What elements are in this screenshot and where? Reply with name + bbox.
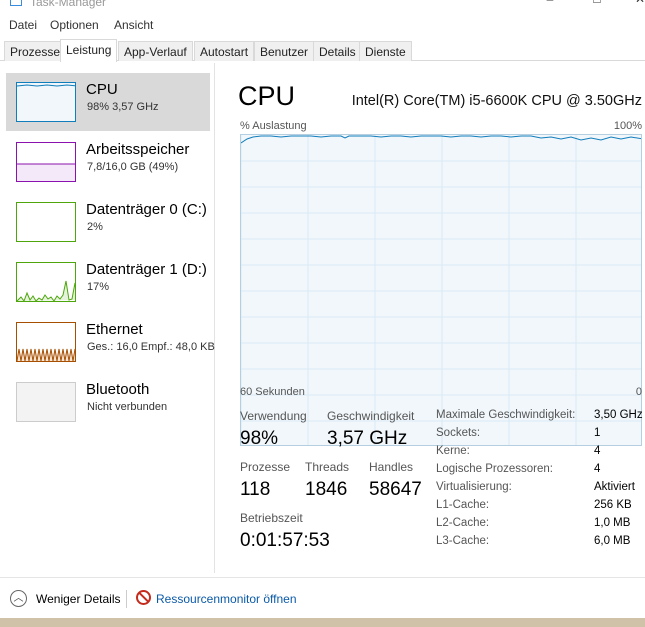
menu-bar: Datei Optionen Ansicht — [0, 15, 645, 35]
maximize-button[interactable]: □ — [577, 0, 617, 10]
chevron-up-icon[interactable]: ︿ — [10, 590, 27, 607]
graph-y-label: % Auslastung — [240, 120, 307, 132]
detail-value: 6,0 MB — [594, 535, 631, 547]
cpu-thumbnail-graph — [16, 82, 76, 122]
threads-value: 1846 — [305, 479, 348, 500]
speed-label: Geschwindigkeit — [327, 409, 415, 423]
footer-divider — [126, 590, 127, 608]
tab-benutzer[interactable]: Benutzer — [254, 41, 315, 61]
detail-value: Aktiviert — [594, 481, 635, 493]
window-title: Task-Manager — [30, 0, 107, 9]
sidebar-item-label: Datenträger 0 (C:) — [86, 201, 207, 218]
sidebar-item-label: Bluetooth — [86, 381, 150, 398]
resource-sidebar: CPU 98% 3,57 GHz Arbeitsspeicher 7,8/16,… — [0, 63, 215, 573]
uptime-value: 0:01:57:53 — [240, 530, 330, 551]
resource-monitor-link[interactable]: Ressourcenmonitor öffnen — [156, 592, 297, 606]
resource-monitor-icon[interactable] — [136, 590, 151, 605]
minimize-button[interactable]: – — [530, 0, 570, 10]
graph-y-max-label: 100% — [613, 120, 642, 132]
graph-x-label: 60 Sekunden — [240, 386, 305, 398]
tab-app-verlauf[interactable]: App-Verlauf — [118, 41, 193, 61]
threads-label: Threads — [305, 460, 350, 474]
detail-label: L2-Cache: — [436, 517, 490, 529]
task-manager-icon — [10, 0, 22, 6]
usage-value: 98% — [240, 428, 279, 449]
memory-thumbnail-graph — [16, 142, 76, 182]
processes-value: 118 — [240, 479, 271, 500]
sidebar-item-sub: Nicht verbunden — [87, 401, 168, 413]
tab-details[interactable]: Details — [313, 41, 362, 61]
sidebar-item-disk-d[interactable]: Datenträger 1 (D:) 17% — [6, 253, 210, 311]
detail-value: 3,50 GHz — [594, 409, 643, 421]
detail-label: Kerne: — [436, 445, 470, 457]
detail-value: 4 — [594, 463, 601, 475]
tab-leistung[interactable]: Leistung — [60, 39, 118, 62]
ethernet-thumbnail-graph — [16, 322, 76, 362]
detail-value: 4 — [594, 445, 601, 457]
tab-prozesse[interactable]: Prozesse — [4, 41, 67, 61]
sidebar-item-label: Ethernet — [86, 321, 143, 338]
sidebar-item-cpu[interactable]: CPU 98% 3,57 GHz — [6, 73, 210, 131]
task-manager-window: Task-Manager – □ ✕ Datei Optionen Ansich… — [0, 0, 645, 618]
sidebar-item-label: Datenträger 1 (D:) — [86, 261, 207, 278]
uptime-label: Betriebszeit — [240, 511, 303, 525]
footer-bar: ︿ Weniger Details Ressourcenmonitor öffn… — [0, 577, 645, 617]
title-bar: Task-Manager – □ ✕ — [0, 0, 645, 12]
sidebar-item-label: CPU — [86, 81, 118, 98]
page-title: CPU — [238, 81, 296, 111]
menu-datei[interactable]: Datei — [9, 18, 37, 32]
detail-label: L3-Cache: — [436, 535, 490, 547]
sidebar-item-memory[interactable]: Arbeitsspeicher 7,8/16,0 GB (49%) — [6, 133, 210, 191]
tab-autostart[interactable]: Autostart — [194, 41, 255, 61]
disk-d-thumbnail-graph — [16, 262, 76, 302]
sidebar-item-sub: 17% — [87, 281, 110, 293]
close-button[interactable]: ✕ — [620, 0, 645, 10]
handles-value: 58647 — [369, 479, 422, 500]
sidebar-item-sub: 2% — [87, 221, 103, 233]
detail-value: 256 KB — [594, 499, 632, 511]
speed-value: 3,57 GHz — [327, 428, 408, 449]
detail-value: 1 — [594, 427, 601, 439]
cpu-detail-panel: CPU Intel(R) Core(TM) i5-6600K CPU @ 3.5… — [230, 63, 645, 573]
tab-dienste[interactable]: Dienste — [359, 41, 412, 61]
cpu-model-name: Intel(R) Core(TM) i5-6600K CPU @ 3.50GHz — [351, 93, 642, 109]
bluetooth-thumbnail-graph — [16, 382, 76, 422]
sidebar-item-bluetooth[interactable]: Bluetooth Nicht verbunden — [6, 373, 210, 431]
menu-ansicht[interactable]: Ansicht — [114, 18, 153, 32]
usage-label: Verwendung — [240, 409, 307, 423]
detail-label: L1-Cache: — [436, 499, 490, 511]
sidebar-item-label: Arbeitsspeicher — [86, 141, 190, 158]
detail-label: Logische Prozessoren: — [436, 463, 553, 475]
detail-label: Sockets: — [436, 427, 481, 439]
detail-label: Maximale Geschwindigkeit: — [436, 409, 576, 421]
detail-value: 1,0 MB — [594, 517, 631, 529]
sidebar-item-sub: 7,8/16,0 GB (49%) — [87, 161, 179, 173]
sidebar-item-sub: Ges.: 16,0 Empf.: 48,0 KB — [87, 341, 215, 353]
cpu-usage-graph-svg — [241, 135, 641, 445]
menu-optionen[interactable]: Optionen — [50, 18, 99, 32]
sidebar-item-ethernet[interactable]: Ethernet Ges.: 16,0 Empf.: 48,0 KB — [6, 313, 215, 371]
sidebar-item-disk-c[interactable]: Datenträger 0 (C:) 2% — [6, 193, 210, 251]
graph-x-min-label: 0 — [635, 386, 642, 398]
sidebar-item-sub: 98% 3,57 GHz — [87, 101, 159, 113]
cpu-usage-graph — [240, 134, 642, 446]
tab-bar: Prozesse Leistung App-Verlauf Autostart … — [0, 39, 645, 62]
processes-label: Prozesse — [240, 460, 291, 474]
handles-label: Handles — [369, 460, 414, 474]
detail-label: Virtualisierung: — [436, 481, 512, 493]
disk-c-thumbnail-graph — [16, 202, 76, 242]
less-details-button[interactable]: Weniger Details — [36, 592, 120, 606]
